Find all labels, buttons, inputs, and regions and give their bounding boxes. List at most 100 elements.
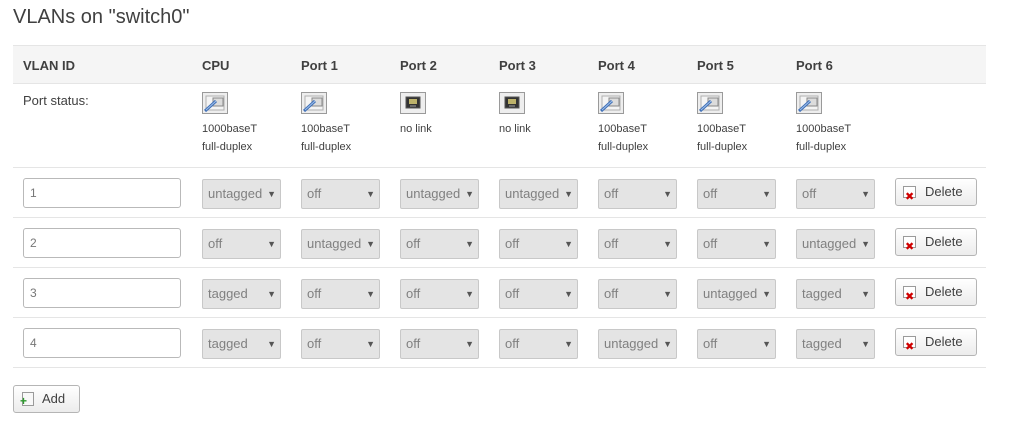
vlan-port-4-select[interactable]: off ▼ [598, 229, 677, 259]
vlan-port-1-select[interactable]: off ▼ [301, 179, 380, 209]
vlan-cpu-select[interactable]: untagged ▼ [202, 179, 281, 209]
select-value: off [505, 336, 520, 351]
dropdown-arrow-icon: ▼ [564, 239, 573, 249]
port-speed: 100baseT [697, 123, 746, 135]
port-status-port-5: 100baseT full-duplex [697, 92, 787, 156]
vlan-port-2-select[interactable]: off ▼ [400, 279, 479, 309]
select-value: off [505, 236, 520, 251]
vlan-port-5-select[interactable]: off ▼ [697, 179, 776, 209]
dropdown-arrow-icon: ▼ [465, 339, 474, 349]
vlan-cpu-select[interactable]: off ▼ [202, 229, 281, 259]
select-value: tagged [208, 336, 248, 351]
ethernet-port-disconnected-icon [499, 92, 525, 114]
column-header-port-6: Port 6 [796, 58, 833, 73]
delete-button-label: Delete [925, 334, 963, 349]
vlan-port-3-select[interactable]: off ▼ [499, 279, 578, 309]
vlan-port-2-select[interactable]: untagged ▼ [400, 179, 479, 209]
dropdown-arrow-icon: ▼ [465, 289, 474, 299]
delete-button-label: Delete [925, 234, 963, 249]
dropdown-arrow-icon: ▼ [465, 189, 474, 199]
select-value: off [307, 336, 322, 351]
dropdown-arrow-icon: ▼ [267, 289, 276, 299]
port-speed: no link [400, 123, 432, 135]
vlan-port-1-select[interactable]: untagged ▼ [301, 229, 380, 259]
vlan-table: VLAN ID CPU Port 1 Port 2 Port 3 Port 4 … [13, 45, 986, 368]
vlan-port-4-select[interactable]: off ▼ [598, 179, 677, 209]
vlan-port-1-select[interactable]: off ▼ [301, 329, 380, 359]
select-value: off [208, 236, 223, 251]
add-vlan-button[interactable]: + Add [13, 385, 80, 413]
select-value: off [703, 236, 718, 251]
port-status-port-4: 100baseT full-duplex [598, 92, 688, 156]
vlan-port-3-select[interactable]: off ▼ [499, 229, 578, 259]
ethernet-port-connected-icon [202, 92, 228, 114]
vlan-cpu-select[interactable]: tagged ▼ [202, 329, 281, 359]
dropdown-arrow-icon: ▼ [366, 189, 375, 199]
delete-vlan-button[interactable]: ✖ Delete [895, 228, 977, 256]
select-value: tagged [208, 286, 248, 301]
vlan-id-input[interactable]: 3 [23, 278, 181, 308]
select-value: off [406, 236, 421, 251]
dropdown-arrow-icon: ▼ [366, 239, 375, 249]
delete-icon: ✖ [903, 286, 916, 303]
vlan-port-6-select[interactable]: untagged ▼ [796, 229, 875, 259]
port-speed: no link [499, 123, 531, 135]
vlan-port-5-select[interactable]: off ▼ [697, 229, 776, 259]
select-value: tagged [802, 336, 842, 351]
dropdown-arrow-icon: ▼ [861, 189, 870, 199]
delete-vlan-button[interactable]: ✖ Delete [895, 278, 977, 306]
select-value: off [505, 286, 520, 301]
select-value: untagged [802, 236, 857, 251]
vlan-id-input[interactable]: 1 [23, 178, 181, 208]
vlan-port-5-select[interactable]: off ▼ [697, 329, 776, 359]
delete-button-label: Delete [925, 284, 963, 299]
column-header-vlan-id: VLAN ID [23, 58, 75, 73]
select-value: off [406, 286, 421, 301]
port-duplex: full-duplex [202, 141, 253, 153]
select-value: untagged [208, 186, 263, 201]
dropdown-arrow-icon: ▼ [366, 289, 375, 299]
dropdown-arrow-icon: ▼ [762, 189, 771, 199]
vlan-port-5-select[interactable]: untagged ▼ [697, 279, 776, 309]
select-value: untagged [604, 336, 659, 351]
port-duplex: full-duplex [796, 141, 847, 153]
vlan-port-6-select[interactable]: tagged ▼ [796, 329, 875, 359]
delete-icon: ✖ [903, 336, 916, 353]
port-status-port-6: 1000baseT full-duplex [796, 92, 886, 156]
add-button-label: Add [42, 391, 66, 406]
port-speed: 1000baseT [796, 123, 852, 135]
vlan-cpu-select[interactable]: tagged ▼ [202, 279, 281, 309]
select-value: off [802, 186, 817, 201]
dropdown-arrow-icon: ▼ [663, 189, 672, 199]
select-value: untagged [703, 286, 758, 301]
column-header-port-2: Port 2 [400, 58, 437, 73]
dropdown-arrow-icon: ▼ [861, 239, 870, 249]
port-status-port-2: no link [400, 92, 490, 138]
ethernet-port-connected-icon [796, 92, 822, 114]
vlan-row: 4 tagged ▼ off ▼ off ▼ off ▼ untagged ▼ off ▼ tagged ▼… [13, 318, 986, 368]
vlan-port-2-select[interactable]: off ▼ [400, 229, 479, 259]
select-value: untagged [307, 236, 362, 251]
ethernet-port-connected-icon [598, 92, 624, 114]
vlan-port-6-select[interactable]: tagged ▼ [796, 279, 875, 309]
dropdown-arrow-icon: ▼ [267, 339, 276, 349]
vlan-port-6-select[interactable]: off ▼ [796, 179, 875, 209]
select-value: off [307, 186, 322, 201]
select-value: untagged [505, 186, 560, 201]
delete-vlan-button[interactable]: ✖ Delete [895, 328, 977, 356]
vlan-id-input[interactable]: 2 [23, 228, 181, 258]
vlan-port-2-select[interactable]: off ▼ [400, 329, 479, 359]
vlan-port-4-select[interactable]: untagged ▼ [598, 329, 677, 359]
vlan-port-3-select[interactable]: untagged ▼ [499, 179, 578, 209]
port-status-cpu: 1000baseT full-duplex [202, 92, 292, 156]
delete-vlan-button[interactable]: ✖ Delete [895, 178, 977, 206]
vlan-port-3-select[interactable]: off ▼ [499, 329, 578, 359]
vlan-id-input[interactable]: 4 [23, 328, 181, 358]
vlan-port-4-select[interactable]: off ▼ [598, 279, 677, 309]
vlan-port-1-select[interactable]: off ▼ [301, 279, 380, 309]
dropdown-arrow-icon: ▼ [861, 339, 870, 349]
column-header-port-1: Port 1 [301, 58, 338, 73]
ethernet-port-disconnected-icon [400, 92, 426, 114]
add-icon: + [20, 392, 34, 408]
column-header-cpu: CPU [202, 58, 230, 73]
